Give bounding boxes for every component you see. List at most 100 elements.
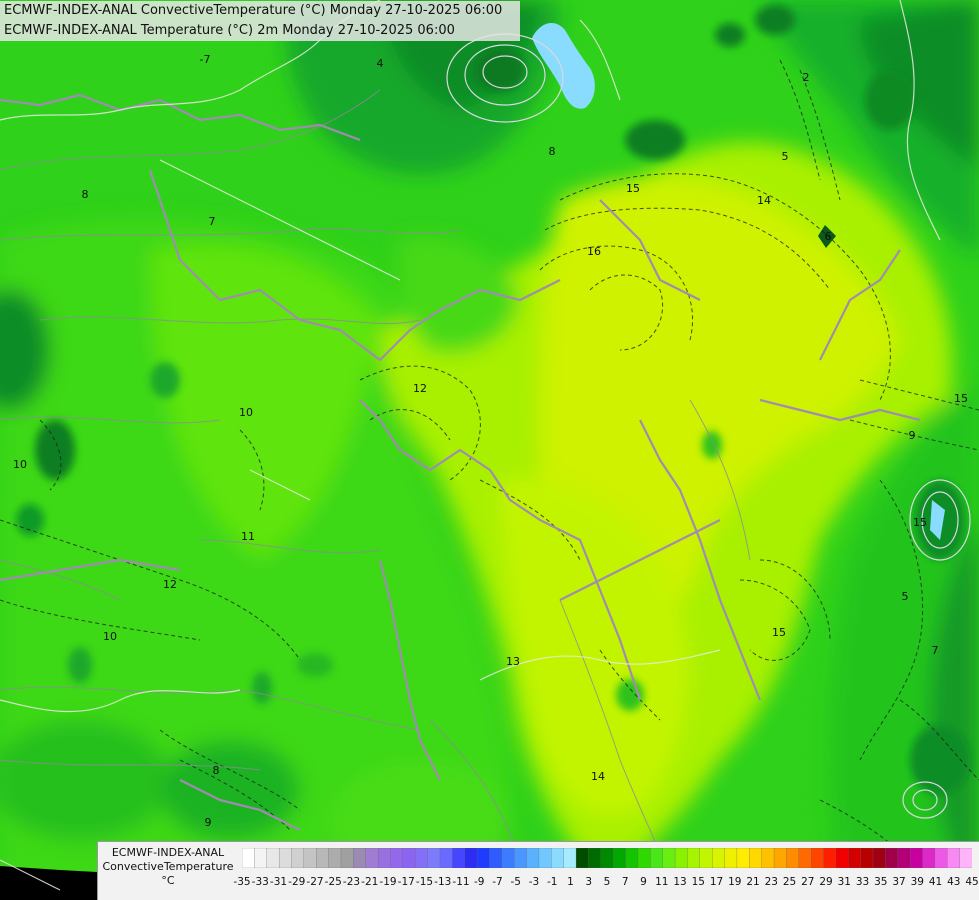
legend-swatch (464, 848, 478, 868)
contour-label: 10 (239, 406, 253, 419)
contour-label: 7 (209, 215, 216, 228)
legend-swatch (266, 848, 280, 868)
legend-tick-label: -13 (434, 876, 452, 888)
legend-swatch (761, 848, 775, 868)
blob-dark-6 (150, 362, 180, 398)
legend-name: ECMWF-INDEX-ANAL ConvectiveTemperature °… (98, 846, 238, 888)
contour-label: 11 (241, 530, 255, 543)
legend-swatch (909, 848, 924, 868)
contour-label: 12 (413, 382, 427, 395)
contour-label: 9 (909, 429, 916, 442)
legend-tick-label: 21 (746, 876, 760, 888)
legend-tick-label: 7 (621, 876, 629, 888)
legend-swatch (637, 848, 651, 868)
legend-model: ECMWF-INDEX-ANAL (111, 846, 225, 859)
legend-tick-label: 25 (782, 876, 797, 888)
legend-swatch (699, 848, 713, 868)
legend-tick-label: 35 (874, 876, 888, 888)
legend-tick-label: -11 (452, 876, 470, 888)
legend-tick-label: -19 (379, 876, 397, 888)
color-legend: ECMWF-INDEX-ANAL ConvectiveTemperature °… (97, 841, 979, 900)
contour-label: 5 (902, 590, 909, 603)
legend-swatch (650, 848, 664, 868)
contour-label: 15 (626, 182, 640, 195)
legend-tick-label: -23 (342, 876, 361, 888)
legend-swatch (811, 848, 825, 868)
legend-swatch (254, 848, 268, 868)
legend-tick-label: 33 (855, 876, 870, 888)
legend-tick-label: 9 (640, 876, 647, 888)
legend-tick-label: 3 (585, 876, 593, 888)
blob-dark-11 (16, 504, 44, 536)
legend-swatch (538, 848, 552, 868)
legend-unit: °C (161, 874, 175, 887)
legend-swatch (947, 848, 961, 868)
legend-swatch (860, 848, 874, 868)
contour-label: 10 (13, 458, 27, 471)
contour-label: 9 (205, 816, 212, 829)
contour-label: 10 (103, 630, 117, 643)
contour-label: 15 (913, 516, 927, 529)
legend-swatch (563, 848, 577, 868)
legend-swatch (452, 848, 466, 868)
legend-tick-label: 23 (764, 876, 778, 888)
contour-label: 16 (587, 245, 601, 258)
legend-swatch (835, 848, 849, 868)
legend-swatch (786, 848, 800, 868)
legend-swatch (303, 848, 317, 868)
contour-label: 5 (782, 150, 789, 163)
legend-swatch (439, 848, 453, 868)
blob-dark-3 (865, 70, 915, 130)
legend-swatch (526, 848, 540, 868)
legend-swatch (316, 848, 330, 868)
blob-dark-10 (702, 431, 722, 459)
legend-swatch (724, 848, 738, 868)
legend-swatch (427, 848, 441, 868)
contour-label: 15 (772, 626, 786, 639)
legend-swatch (551, 848, 565, 868)
map-viewer: -7 4 8 2 5 15 16 14 7 8 10 10 12 11 13 14 15 15 9 5 7 15 6 8 9 10… (0, 0, 979, 900)
legend-tick-label: -5 (510, 876, 521, 888)
contour-label: 14 (591, 770, 605, 783)
legend-tick-label: 31 (837, 876, 851, 888)
contour-label: 2 (803, 71, 810, 84)
legend-tick-label: 11 (655, 876, 669, 888)
blob-dark-7 (68, 647, 92, 683)
legend-swatch (514, 848, 528, 868)
legend-tick-label: -7 (492, 876, 503, 888)
blob-dark-2 (625, 120, 685, 160)
legend-tick-label: 1 (567, 876, 574, 888)
legend-tick-label: -35 (233, 876, 251, 888)
legend-tick-label: -3 (528, 876, 540, 888)
blob-dark-8 (252, 672, 272, 704)
legend-swatch (736, 848, 750, 868)
legend-swatch (365, 848, 379, 868)
legend-swatch (328, 848, 342, 868)
legend-swatch (959, 848, 972, 868)
legend-swatch (402, 848, 416, 868)
legend-tick-label: -31 (269, 876, 288, 888)
legend-swatch (922, 848, 936, 868)
legend-swatch (501, 848, 515, 868)
blob-dark-9 (616, 679, 644, 711)
legend-swatch (885, 848, 899, 868)
blob-dark-4 (755, 5, 795, 35)
legend-tick-label: -29 (288, 876, 306, 888)
legend-tick-label: -1 (547, 876, 558, 888)
legend-tick-label: -21 (361, 876, 379, 888)
temperature-map[interactable]: -7 48251516147810101211131415159571568910… (0, 0, 979, 900)
legend-tick-label: 39 (910, 876, 924, 888)
legend-swatch (848, 848, 862, 868)
legend-swatch (600, 848, 614, 868)
legend-swatch (872, 848, 886, 868)
legend-tick-label: 45 (965, 876, 979, 888)
legend-swatch (613, 848, 627, 868)
legend-swatch (588, 848, 602, 868)
contour-label: 13 (506, 655, 520, 668)
title-temperature: ECMWF-INDEX-ANAL Temperature (°C) 2m Mon… (0, 21, 520, 41)
contour-label: 12 (163, 578, 177, 591)
legend-swatch (934, 848, 948, 868)
legend-tick-label: -9 (474, 876, 485, 888)
blob-dark-1 (35, 420, 75, 480)
legend-tick-label: 17 (709, 876, 724, 888)
